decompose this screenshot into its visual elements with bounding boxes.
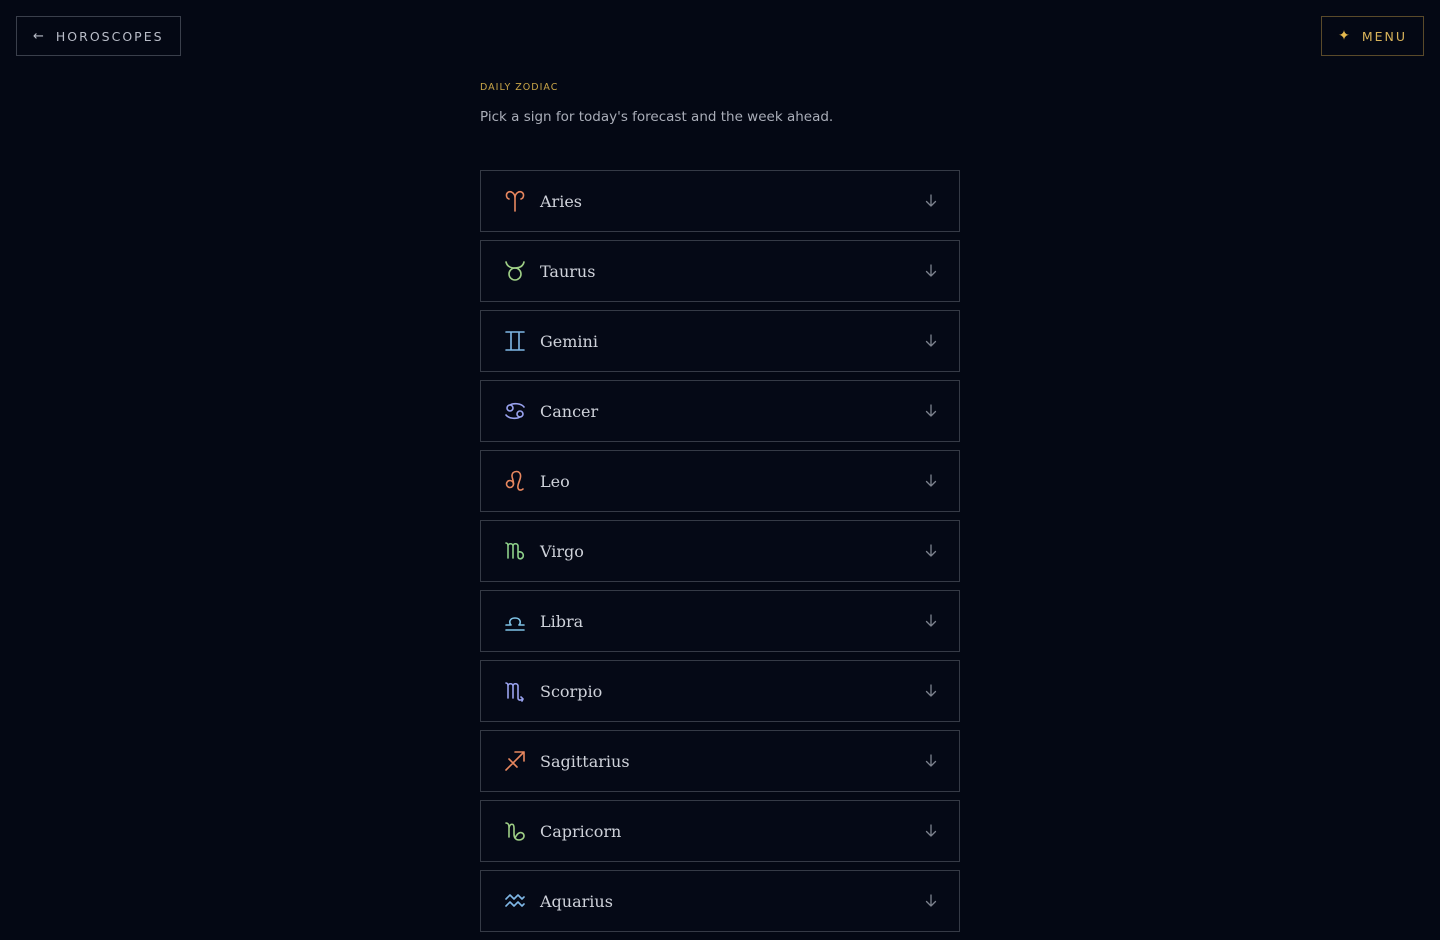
arrow-down-icon <box>923 263 939 279</box>
sign-name: Gemini <box>540 331 598 351</box>
sign-row-cancer[interactable]: Cancer <box>480 380 960 442</box>
sign-name: Leo <box>540 471 570 491</box>
section-eyebrow: DAILY ZODIAC <box>480 82 559 93</box>
sign-name: Capricorn <box>540 821 622 841</box>
sign-row-scorpio[interactable]: Scorpio <box>480 660 960 722</box>
scorpio-icon <box>502 679 528 703</box>
back-button-label: HOROSCOPES <box>55 28 164 44</box>
sign-name: Virgo <box>540 541 584 561</box>
sign-name: Scorpio <box>540 681 603 701</box>
arrow-down-icon <box>923 543 939 559</box>
sign-row-gemini[interactable]: Gemini <box>480 310 960 372</box>
sign-row-aquarius[interactable]: Aquarius <box>480 870 960 932</box>
arrow-down-icon <box>923 613 939 629</box>
sign-row-virgo[interactable]: Virgo <box>480 520 960 582</box>
arrow-down-icon <box>923 893 939 909</box>
virgo-icon <box>502 539 528 563</box>
arrow-down-icon <box>923 683 939 699</box>
sign-name: Aries <box>540 191 582 211</box>
sign-row-libra[interactable]: Libra <box>480 590 960 652</box>
sign-name: Taurus <box>540 261 596 281</box>
arrow-down-icon <box>923 823 939 839</box>
arrow-down-icon <box>923 753 939 769</box>
arrow-down-icon <box>923 403 939 419</box>
cancer-icon <box>502 399 528 423</box>
capricorn-icon <box>502 819 528 843</box>
sign-row-aries[interactable]: Aries <box>480 170 960 232</box>
arrow-down-icon <box>923 193 939 209</box>
gemini-icon <box>502 329 528 353</box>
arrow-down-icon <box>923 333 939 349</box>
menu-button-label: MENU <box>1361 28 1407 44</box>
taurus-icon <box>502 259 528 283</box>
sign-name: Sagittarius <box>540 751 630 771</box>
zodiac-sign-list: Aries Taurus Gemini Cancer Leo Virgo Libra Scor… <box>480 170 960 940</box>
sparkle-icon: ✦ <box>1338 28 1350 44</box>
aquarius-icon <box>502 889 528 913</box>
sign-row-leo[interactable]: Leo <box>480 450 960 512</box>
sign-name: Libra <box>540 611 584 631</box>
back-to-horoscopes-button[interactable]: ← HOROSCOPES <box>16 16 181 56</box>
arrow-down-icon <box>923 473 939 489</box>
sign-row-capricorn[interactable]: Capricorn <box>480 800 960 862</box>
leo-icon <box>502 469 528 493</box>
sagittarius-icon <box>502 749 528 773</box>
libra-icon <box>502 609 528 633</box>
sign-row-sagittarius[interactable]: Sagittarius <box>480 730 960 792</box>
arrow-left-icon: ← <box>33 28 44 44</box>
sign-name: Cancer <box>540 401 599 421</box>
aries-icon <box>502 189 528 213</box>
intro-text: Pick a sign for today's forecast and the… <box>480 109 834 125</box>
sign-row-taurus[interactable]: Taurus <box>480 240 960 302</box>
menu-button[interactable]: ✦ MENU <box>1321 16 1424 56</box>
sign-name: Aquarius <box>540 891 613 911</box>
